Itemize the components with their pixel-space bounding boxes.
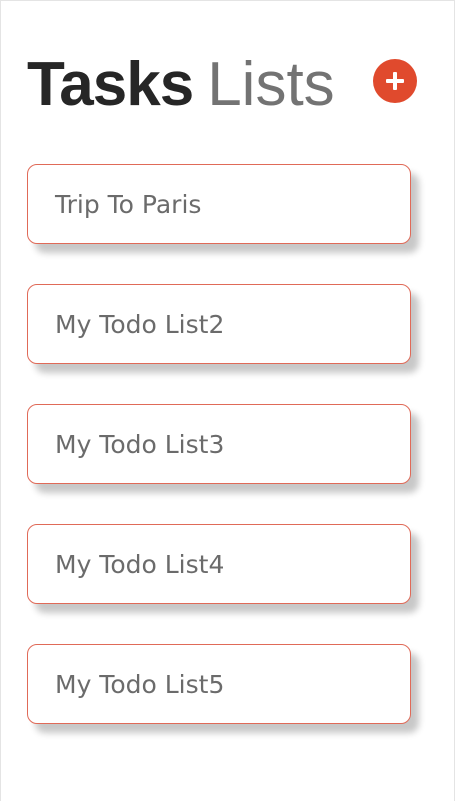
list-item-label: My Todo List3 xyxy=(55,429,225,459)
title-lists: Lists xyxy=(207,49,335,119)
task-lists: Trip To Paris My Todo List2 My Todo List… xyxy=(27,164,411,764)
list-item-label: My Todo List4 xyxy=(55,549,225,579)
add-list-button[interactable] xyxy=(373,59,417,103)
plus-icon xyxy=(383,69,407,93)
list-item-label: My Todo List5 xyxy=(55,669,225,699)
list-item-label: My Todo List2 xyxy=(55,309,225,339)
list-item[interactable]: My Todo List2 xyxy=(27,284,411,364)
title-tasks: Tasks xyxy=(27,49,194,119)
list-item[interactable]: My Todo List5 xyxy=(27,644,411,724)
list-item[interactable]: My Todo List3 xyxy=(27,404,411,484)
page-title: Tasks Lists xyxy=(27,49,335,119)
tasks-lists-panel: Tasks Lists Trip To Paris My Todo List2 … xyxy=(0,0,455,801)
list-item-label: Trip To Paris xyxy=(55,189,202,219)
list-item[interactable]: Trip To Paris xyxy=(27,164,411,244)
list-item[interactable]: My Todo List4 xyxy=(27,524,411,604)
